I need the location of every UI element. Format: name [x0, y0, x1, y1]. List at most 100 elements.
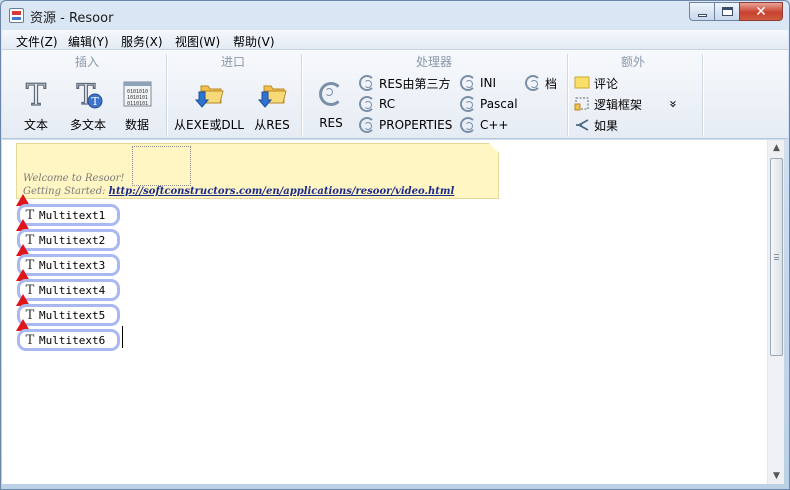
- binary-data-icon: 010101010101010110101: [123, 81, 152, 107]
- logic-frame-icon: [574, 97, 589, 111]
- note-video-link[interactable]: http://softconstructors.com/en/applicati…: [109, 186, 455, 197]
- multitext-node[interactable]: T Multitext6: [17, 329, 120, 351]
- close-icon: ✕: [755, 4, 767, 20]
- multitext-label: Multitext4: [39, 283, 106, 297]
- extra-comment-label: 评论: [594, 76, 619, 91]
- multitext-node[interactable]: T Multitext5: [17, 304, 120, 326]
- window-title: 资源 - Resoor: [30, 11, 114, 26]
- handler-rc-label: RC: [379, 97, 396, 111]
- handler-swirl-icon: [359, 75, 375, 91]
- vertical-scrollbar[interactable]: ▲ ▼: [767, 140, 784, 484]
- group-label-insert: 插入: [74, 55, 99, 69]
- handler-swirl-icon: [359, 117, 375, 133]
- window-controls: ✕: [689, 2, 783, 21]
- branch-arrow-icon: [576, 119, 589, 131]
- maximize-button[interactable]: [714, 2, 740, 21]
- handler-swirl-icon: [359, 96, 375, 112]
- handler-swirl-icon: [460, 75, 476, 91]
- group-label-extra: 额外: [620, 55, 645, 69]
- import-exe-dll-button[interactable]: 从EXE或DLL: [172, 74, 246, 134]
- scroll-thumb[interactable]: [770, 158, 783, 356]
- handler-pascal-label: Pascal: [480, 97, 518, 111]
- scroll-down-arrow-icon[interactable]: ▼: [768, 468, 785, 484]
- extra-comment-button[interactable]: 评论: [574, 74, 618, 92]
- text-t-icon: T: [25, 332, 35, 348]
- handler-rc-button[interactable]: RC: [359, 95, 395, 113]
- handler-swirl-icon: [460, 117, 476, 133]
- import-res-label: 从RES: [254, 118, 290, 132]
- multitext-icon: TT: [76, 78, 103, 110]
- extra-logic-frame-label: 逻辑框架: [594, 97, 643, 112]
- swirl-shape: [319, 82, 343, 106]
- menu-service[interactable]: 服务(X): [121, 33, 163, 50]
- note-getting-started: Getting Started: http://softconstructors…: [23, 186, 454, 197]
- handler-ini-label: INI: [480, 76, 497, 90]
- handler-cpp-button[interactable]: C++: [460, 116, 509, 134]
- handler-archive-button[interactable]: 档: [525, 74, 557, 92]
- svg-text:0110101: 0110101: [127, 101, 148, 107]
- handler-ini-button[interactable]: INI: [460, 74, 496, 92]
- handler-swirl-icon: [460, 96, 476, 112]
- minimize-button[interactable]: [689, 2, 715, 21]
- multitext-node[interactable]: T Multitext2: [17, 229, 120, 251]
- ribbon: 插入 T 文本 TT 多文本 0101010 1010101 0110101 数据 …: [2, 50, 788, 139]
- handler-res-third-party-label: RES由第三方: [379, 76, 451, 91]
- more-chevron-button[interactable]: »: [664, 100, 682, 108]
- multitext-node[interactable]: T Multitext3: [17, 254, 120, 276]
- welcome-note[interactable]: Welcome to Resoor! Getting Started: http…: [16, 143, 499, 199]
- insert-text-label: 文本: [23, 118, 48, 132]
- insert-multitext-button[interactable]: TT 多文本: [66, 74, 110, 134]
- insert-multitext-label: 多文本: [69, 118, 106, 132]
- group-divider: [301, 54, 302, 136]
- handler-pascal-button[interactable]: Pascal: [460, 95, 518, 113]
- menu-edit[interactable]: 编辑(Y): [68, 33, 109, 50]
- insert-data-label: 数据: [124, 118, 149, 132]
- extra-if-button[interactable]: 如果: [574, 116, 618, 134]
- handler-properties-button[interactable]: PROPERTIES: [359, 116, 452, 134]
- handler-res-button[interactable]: RES: [314, 74, 348, 134]
- maximize-icon: [722, 7, 733, 16]
- multitext-node[interactable]: T Multitext1: [17, 204, 120, 226]
- group-divider: [567, 54, 568, 136]
- handler-properties-label: PROPERTIES: [379, 118, 453, 132]
- more-chevron-icon: »: [665, 100, 681, 108]
- note-welcome-text: Welcome to Resoor!: [23, 173, 125, 184]
- extra-logic-frame-button[interactable]: 逻辑框架: [574, 95, 642, 113]
- menu-view[interactable]: 视图(W): [175, 33, 220, 50]
- app-icon[interactable]: [9, 8, 24, 23]
- extra-if-label: 如果: [594, 118, 619, 133]
- scroll-up-arrow-icon[interactable]: ▲: [768, 140, 785, 156]
- insert-data-button[interactable]: 0101010 1010101 0110101 数据: [118, 74, 156, 134]
- handler-res-label: RES: [319, 116, 343, 130]
- group-divider: [166, 54, 167, 136]
- comment-note-icon: [574, 76, 590, 89]
- handler-cpp-label: C++: [480, 118, 509, 132]
- import-exe-dll-label: 从EXE或DLL: [174, 118, 244, 132]
- document-canvas[interactable]: Welcome to Resoor! Getting Started: http…: [2, 140, 767, 484]
- svg-text:T: T: [91, 95, 99, 108]
- multitext-label: Multitext5: [39, 308, 106, 322]
- import-res-button[interactable]: 从RES: [252, 74, 292, 134]
- text-caret: [122, 326, 123, 348]
- svg-text:T: T: [26, 78, 46, 110]
- handler-swirl-icon: [319, 82, 343, 106]
- group-divider: [702, 54, 703, 136]
- folder-import-icon: [194, 85, 224, 108]
- handler-swirl-icon: [525, 75, 541, 91]
- note-image-placeholder: [132, 146, 191, 186]
- menu-file[interactable]: 文件(Z): [16, 33, 58, 50]
- handler-res-third-party-button[interactable]: RES由第三方: [359, 74, 451, 92]
- menu-help[interactable]: 帮助(V): [233, 33, 275, 50]
- grip-icon: [774, 254, 779, 260]
- folder-import-icon: [257, 85, 287, 108]
- app-window: 资源 - Resoor ✕ 文件(Z) 编辑(Y) 服务(X) 视图(W) 帮助…: [0, 0, 790, 490]
- title-bar[interactable]: 资源 - Resoor ✕: [1, 1, 789, 30]
- multitext-label: Multitext6: [39, 333, 106, 347]
- text-t-icon: T: [25, 78, 46, 110]
- handler-archive-label: 档: [545, 76, 558, 91]
- multitext-node[interactable]: T Multitext4: [17, 279, 120, 301]
- multitext-label: Multitext3: [39, 258, 106, 272]
- close-button[interactable]: ✕: [739, 2, 783, 21]
- group-label-handlers: 处理器: [415, 55, 452, 69]
- insert-text-button[interactable]: T 文本: [16, 74, 56, 134]
